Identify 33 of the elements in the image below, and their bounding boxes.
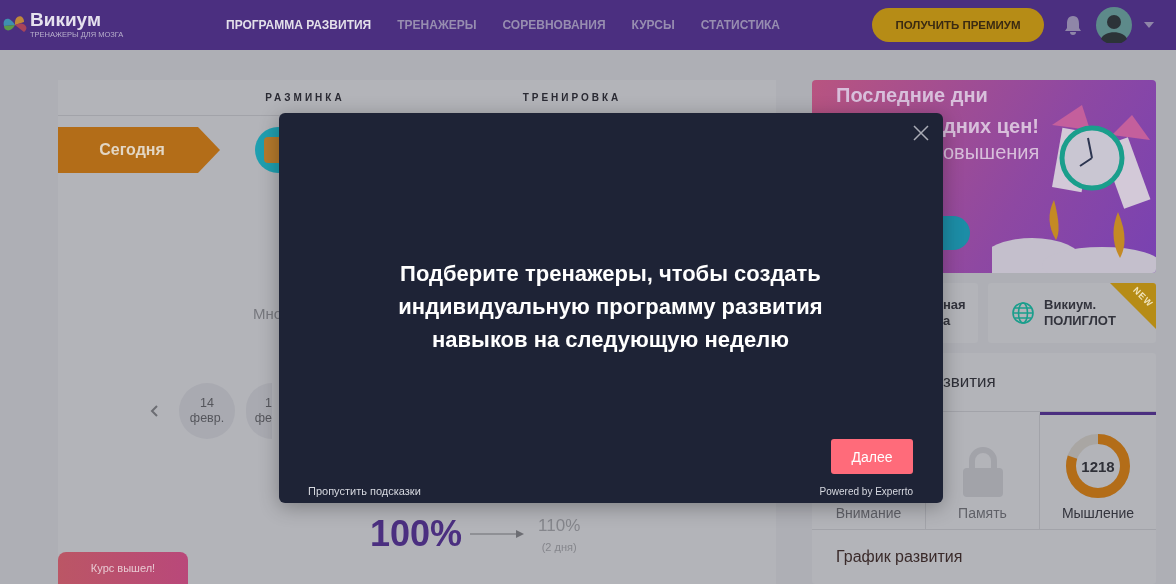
avatar[interactable] xyxy=(1096,7,1132,43)
chart-title: График развития xyxy=(835,547,964,567)
column-heading: РАЗМИНКА xyxy=(264,92,346,103)
nav-link[interactable]: СТАТИСТИКА xyxy=(700,18,781,32)
date-chip[interactable]: 1 фе xyxy=(246,383,272,439)
skill-tab[interactable]: 1218 Мышление xyxy=(1040,411,1156,529)
nav-link[interactable]: ПРОГРАММА РАЗВИТИЯ xyxy=(226,18,372,32)
nav-link[interactable]: ТРЕНАЖЕРЫ xyxy=(397,18,477,32)
current-percent: 100% xyxy=(370,513,463,555)
promo-text: Последние дни xyxy=(836,83,989,107)
skip-link[interactable]: Пропустить подсказки xyxy=(308,485,421,497)
logo-name: Викиум xyxy=(30,10,102,30)
today-tag: Сегодня xyxy=(58,127,220,173)
nav-link[interactable]: СОРЕВНОВАНИЯ xyxy=(502,18,606,32)
next-button[interactable]: Далее xyxy=(831,439,913,474)
chevron-left-icon[interactable] xyxy=(150,405,158,417)
score-value: 1218 xyxy=(1080,456,1116,477)
promo-text: овышения xyxy=(943,140,1041,165)
bell-icon[interactable] xyxy=(1064,15,1082,35)
caret-icon[interactable] xyxy=(1144,22,1154,28)
globe-icon xyxy=(1012,302,1034,324)
powered-by: Powered by Experrto xyxy=(819,486,913,497)
card-title: Викиум. xyxy=(1044,297,1098,313)
arrow-icon xyxy=(470,530,525,538)
date-chip[interactable]: 14 февр. xyxy=(179,383,235,439)
card-title: а xyxy=(943,313,952,329)
promo-text: дних цен! xyxy=(943,114,1040,139)
nav-link[interactable]: КУРСЫ xyxy=(631,18,675,32)
premium-button[interactable]: ПОЛУЧИТЬ ПРЕМИУМ xyxy=(872,8,1044,42)
column-heading: ТРЕНИРОВКА xyxy=(521,92,623,103)
course-toast[interactable]: Курс вышел! xyxy=(58,552,188,584)
card-title: ная xyxy=(943,297,966,313)
card-title: ПОЛИГЛОТ xyxy=(1044,313,1116,329)
